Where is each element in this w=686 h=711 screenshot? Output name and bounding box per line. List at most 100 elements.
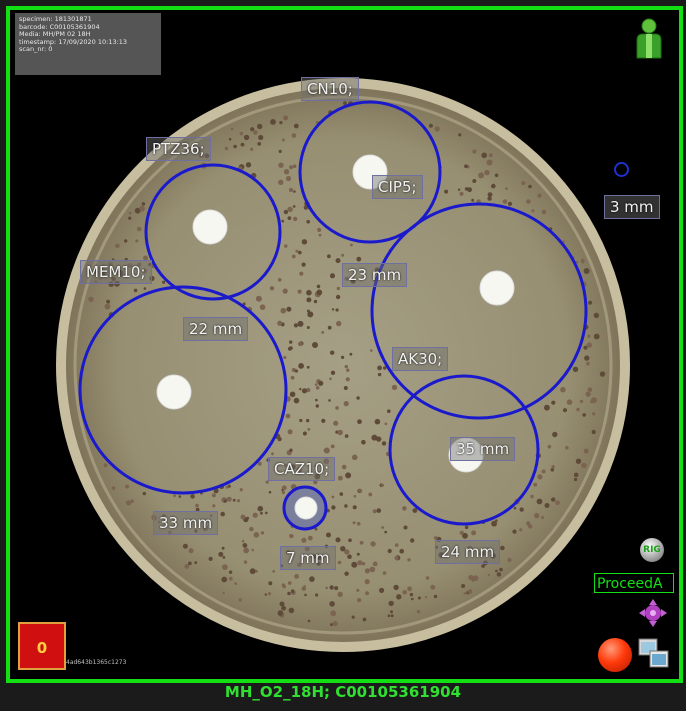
colony-dot — [315, 404, 319, 408]
disk-label-ptz36[interactable]: PTZ36; — [146, 137, 211, 161]
colony-dot — [287, 581, 292, 585]
colony-dot — [301, 262, 306, 267]
colony-dot — [289, 165, 294, 170]
reference-zone-label[interactable]: 3 mm — [604, 195, 660, 219]
colony-dot — [494, 173, 499, 178]
colony-dot — [573, 472, 579, 478]
colony-dot — [357, 560, 363, 566]
disk-label-ak30[interactable]: AK30; — [392, 347, 449, 371]
colony-dot — [224, 146, 229, 151]
scan-nr-line: scan_nr: 0 — [19, 46, 53, 54]
colony-dot — [243, 560, 248, 564]
disk-label-mem10[interactable]: MEM10; — [80, 260, 152, 284]
colony-dot — [541, 209, 547, 215]
colony-dot — [238, 598, 242, 602]
colony-dot — [293, 323, 298, 328]
zone-label-caz10[interactable]: 7 mm — [280, 546, 336, 570]
colony-dot — [243, 547, 250, 554]
disk-label-cn10[interactable]: CN10; — [301, 77, 359, 101]
proceed-button[interactable]: ProceedA — [594, 573, 674, 593]
colony-dot — [336, 286, 340, 291]
colony-dot — [232, 498, 236, 502]
colony-dot — [464, 164, 468, 168]
colony-dot — [250, 127, 255, 132]
colony-dot — [335, 294, 341, 300]
colony-dot — [372, 509, 377, 514]
colony-dot — [286, 306, 292, 312]
colony-dot — [162, 280, 166, 284]
colony-dot — [599, 371, 606, 377]
colony-dot — [250, 147, 254, 151]
colony-dot — [304, 593, 307, 597]
colony-dot — [496, 572, 502, 577]
record-icon[interactable] — [598, 638, 632, 672]
colony-dot — [526, 199, 531, 204]
colony-dot — [301, 388, 308, 394]
colony-dot — [307, 535, 313, 541]
zone-label-24mm[interactable]: 24 mm — [435, 540, 501, 564]
colony-dot — [330, 444, 335, 449]
zone-label-cip5[interactable]: 23 mm — [342, 263, 408, 287]
colony-dot — [128, 216, 132, 220]
colony-dot — [416, 610, 421, 614]
zone-label-ptz36[interactable]: 22 mm — [183, 317, 249, 341]
colony-dot — [372, 561, 378, 567]
colony-dot — [512, 529, 517, 534]
colony-dot — [124, 239, 128, 243]
barcode-line: barcode: C00105361904 — [19, 23, 100, 31]
colony-dot — [325, 586, 329, 590]
colony-dot — [491, 183, 496, 189]
colony-dot — [464, 525, 469, 530]
colony-dot — [271, 452, 274, 456]
colony-dot — [221, 576, 228, 583]
colony-dot — [592, 412, 596, 416]
reference-disk-marker[interactable] — [614, 162, 629, 177]
colony-dot — [265, 511, 268, 515]
colony-dot — [260, 511, 263, 515]
person-icon[interactable] — [634, 18, 664, 60]
rig-button[interactable]: RIG — [640, 538, 664, 562]
colony-dot — [318, 233, 322, 237]
colony-dot — [281, 138, 285, 142]
colony-dot — [299, 271, 304, 276]
colony-dot — [313, 299, 318, 304]
disk-label-caz10[interactable]: CAZ10; — [268, 457, 336, 481]
colony-dot — [141, 202, 146, 206]
colony-dot — [396, 594, 402, 600]
counter-badge[interactable]: 0 — [18, 622, 66, 670]
colony-dot — [387, 548, 392, 554]
colony-dot — [222, 564, 228, 570]
colony-dot — [330, 370, 336, 375]
colony-dot — [356, 521, 361, 526]
colony-dot — [495, 569, 498, 573]
colony-dot — [586, 361, 590, 366]
colony-dot — [552, 431, 558, 438]
colony-dot — [345, 377, 350, 382]
colony-dot — [410, 538, 415, 543]
colony-dot — [487, 192, 493, 198]
scan-info-panel: specimen: 181301871 barcode: C0010536190… — [15, 13, 161, 75]
zone-label-mem10[interactable]: 33 mm — [153, 511, 219, 535]
colony-dot — [487, 573, 490, 577]
colony-dot — [330, 623, 333, 627]
colony-dot — [591, 397, 597, 404]
colony-dot — [344, 364, 348, 369]
colony-dot — [588, 300, 593, 305]
disk-label-cip5[interactable]: CIP5; — [372, 175, 423, 199]
colony-dot — [277, 610, 284, 616]
colony-dot — [581, 462, 587, 469]
colony-dot — [267, 592, 272, 596]
colony-dot — [486, 159, 493, 166]
colony-dot — [471, 530, 477, 536]
windows-icon[interactable] — [638, 638, 670, 670]
colony-dot — [307, 428, 311, 431]
colony-dot — [572, 366, 579, 372]
colony-dot — [402, 590, 408, 595]
four-way-arrow-icon[interactable] — [636, 598, 670, 628]
colony-dot — [328, 399, 331, 402]
colony-dot — [182, 543, 188, 549]
colony-dot — [345, 472, 352, 479]
zone-label-ak30[interactable]: 35 mm — [450, 437, 516, 461]
colony-dot — [471, 198, 475, 202]
colony-dot — [135, 239, 139, 243]
